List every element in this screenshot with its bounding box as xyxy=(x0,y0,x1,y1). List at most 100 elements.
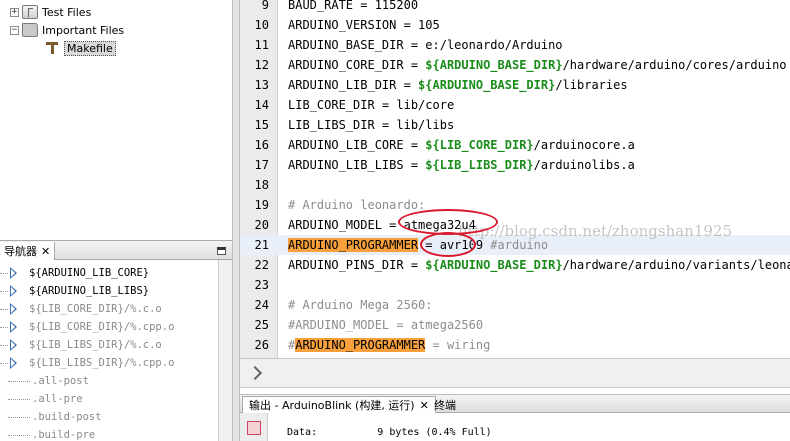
code-text: ARDUINO_VERSION = 105 xyxy=(288,15,440,35)
navigator-item[interactable]: ${LIB_LIBS_DIR}/%.cpp.o xyxy=(0,354,174,372)
code-line[interactable]: 22 ARDUINO_PINS_DIR = ${ARDUINO_BASE_DIR}… xyxy=(240,255,790,275)
chevron-right-icon[interactable] xyxy=(247,365,263,381)
navigator-item[interactable]: ${LIB_LIBS_DIR}/%.c.o xyxy=(0,336,162,354)
line-number: 16 xyxy=(254,138,269,152)
expand-triangle-icon[interactable] xyxy=(10,303,17,315)
expand-triangle-icon[interactable] xyxy=(10,357,17,369)
tree-item-important-files[interactable]: − Important Files xyxy=(10,21,124,39)
code-line[interactable]: 15 LIB_LIBS_DIR = lib/libs xyxy=(240,115,790,135)
navigator-list: ${ARDUINO_LIB_CORE} ${ARDUINO_LIB_LIBS} ${… xyxy=(0,260,218,441)
code-line[interactable]: 17 ARDUINO_LIB_LIBS = ${LIB_LIBS_DIR}/ard… xyxy=(240,155,790,175)
collapse-icon[interactable]: − xyxy=(10,25,19,35)
navigator-item[interactable]: .all-pre xyxy=(8,390,83,408)
expand-icon[interactable]: + xyxy=(10,7,19,17)
variable-token: ${ARDUINO_BASE_DIR} xyxy=(425,258,563,272)
navigator-item-label: ${ARDUINO_LIB_CORE} xyxy=(29,267,150,279)
minimize-icon[interactable] xyxy=(217,247,226,255)
line-number: 26 xyxy=(254,338,269,352)
tab-label: 导航器 xyxy=(4,245,37,258)
tree-item-label: Test Files xyxy=(42,5,92,19)
scrollbar[interactable] xyxy=(218,260,232,441)
output-gutter xyxy=(240,413,268,441)
tree-connector xyxy=(8,398,30,400)
stop-icon[interactable] xyxy=(247,421,261,435)
code-token: ARDUINO_CORE_DIR = xyxy=(288,58,426,72)
code-text: ARDUINO_LIB_LIBS = ${LIB_LIBS_DIR}/ardui… xyxy=(288,155,635,175)
tab-label: 输出 - ArduinoBlink (构建, 运行) xyxy=(249,399,415,412)
output-tabs: 输出 - ArduinoBlink (构建, 运行) ✕ 终端 xyxy=(240,394,790,413)
code-line[interactable]: 11 ARDUINO_BASE_DIR = e:/leonardo/Arduino xyxy=(240,35,790,55)
code-token: /hardware/arduino/variants/leonardo xyxy=(562,258,790,272)
files-icon xyxy=(22,5,38,19)
code-line[interactable]: 16 ARDUINO_LIB_CORE = ${LIB_CORE_DIR}/ard… xyxy=(240,135,790,155)
navigator-item-label: .all-pre xyxy=(32,393,83,405)
navigator-item[interactable]: ${ARDUINO_LIB_LIBS} xyxy=(0,282,149,300)
line-number: 15 xyxy=(254,118,269,132)
code-line[interactable]: 23 xyxy=(240,275,790,295)
code-line[interactable]: 24 # Arduino Mega 2560: xyxy=(240,295,790,315)
code-text: #ARDUINO_MODEL = atmega2560 xyxy=(288,315,483,335)
expand-triangle-icon[interactable] xyxy=(10,267,17,279)
tree-connector xyxy=(0,344,8,346)
navigator-item[interactable]: .build-pre xyxy=(8,426,95,441)
line-number: 25 xyxy=(254,318,269,332)
code-line[interactable]: 12 ARDUINO_CORE_DIR = ${ARDUINO_BASE_DIR}… xyxy=(240,55,790,75)
expand-triangle-icon[interactable] xyxy=(10,321,17,333)
code-editor[interactable]: 9 BAUD_RATE = 115200 10 ARDUINO_VERSION = 1… xyxy=(240,0,790,358)
code-line[interactable]: 20 ARDUINO_MODEL = atmega32u4 xyxy=(240,215,790,235)
tree-connector xyxy=(0,290,8,292)
code-token: LIB_LIBS_DIR = lib/libs xyxy=(288,118,455,132)
code-token: ARDUINO_MODEL = atmega32u4 xyxy=(288,218,476,232)
code-text: ARDUINO_LIB_DIR = ${ARDUINO_BASE_DIR}/li… xyxy=(288,75,628,95)
tree-connector xyxy=(0,326,8,328)
tree-connector xyxy=(0,272,8,274)
line-number: 13 xyxy=(254,78,269,92)
code-line[interactable]: 10 ARDUINO_VERSION = 105 xyxy=(240,15,790,35)
navigator-item[interactable]: .all-post xyxy=(8,372,89,390)
tree-connector xyxy=(8,416,30,418)
comment-token: = wiring xyxy=(425,338,491,352)
navigator-item-label: ${LIB_LIBS_DIR}/%.cpp.o xyxy=(29,357,175,369)
tree-connector xyxy=(0,308,8,310)
line-number: 20 xyxy=(254,218,269,232)
line-number: 23 xyxy=(254,278,269,292)
comment-token: #ARDUINO_MODEL = atmega2560 xyxy=(288,318,484,332)
code-line[interactable]: 13 ARDUINO_LIB_DIR = ${ARDUINO_BASE_DIR}/… xyxy=(240,75,790,95)
tree-item-makefile[interactable]: Makefile xyxy=(44,39,116,57)
navigator-item[interactable]: ${LIB_CORE_DIR}/%.c.o xyxy=(0,300,162,318)
navigator-item[interactable]: .build-post xyxy=(8,408,102,426)
code-line[interactable]: 19 # Arduino leonardo: xyxy=(240,195,790,215)
comment-token: #arduino xyxy=(490,238,549,252)
code-token: = avr109 xyxy=(418,238,491,252)
tree-item-label: Makefile xyxy=(64,40,116,56)
code-line[interactable]: 18 xyxy=(240,175,790,195)
code-text: BAUD_RATE = 115200 xyxy=(288,0,418,15)
line-number: 19 xyxy=(254,198,269,212)
code-line[interactable]: 26 #ARDUINO_PROGRAMMER = wiring xyxy=(240,335,790,355)
code-line[interactable]: 21 ARDUINO_PROGRAMMER = avr109 #arduino xyxy=(240,235,790,255)
code-token: /arduinolibs.a xyxy=(533,158,635,172)
line-number: 24 xyxy=(254,298,269,312)
output-line: Data: 9 bytes (0.4% Full) xyxy=(287,427,492,438)
navigator-item-label: ${LIB_CORE_DIR}/%.c.o xyxy=(29,303,162,315)
code-line[interactable]: 14 LIB_CORE_DIR = lib/core xyxy=(240,95,790,115)
code-token: ARDUINO_PINS_DIR = xyxy=(288,258,426,272)
navigator-item[interactable]: ${ARDUINO_LIB_CORE} xyxy=(0,264,149,282)
tab-terminal[interactable]: 终端 xyxy=(428,396,462,413)
panel-splitter[interactable] xyxy=(232,0,240,441)
expand-triangle-icon[interactable] xyxy=(10,285,17,297)
code-line[interactable]: 9 BAUD_RATE = 115200 xyxy=(240,0,790,15)
tree-item-test-files[interactable]: + Test Files xyxy=(10,3,91,21)
close-icon[interactable]: ✕ xyxy=(41,245,50,258)
expand-triangle-icon[interactable] xyxy=(10,339,17,351)
code-token: BAUD_RATE = 115200 xyxy=(288,0,419,12)
line-number: 22 xyxy=(254,258,269,272)
tab-navigator[interactable]: 导航器 ✕ xyxy=(0,242,56,260)
variable-token: ${ARDUINO_BASE_DIR} xyxy=(425,58,563,72)
code-text: ARDUINO_PROGRAMMER = avr109 #arduino xyxy=(288,235,548,255)
code-line[interactable]: 25 #ARDUINO_MODEL = atmega2560 xyxy=(240,315,790,335)
tab-output[interactable]: 输出 - ArduinoBlink (构建, 运行) ✕ xyxy=(242,396,436,413)
code-text: # Arduino Mega 2560: xyxy=(288,295,433,315)
code-token: ARDUINO_LIB_CORE = xyxy=(288,138,426,152)
navigator-item[interactable]: ${LIB_CORE_DIR}/%.cpp.o xyxy=(0,318,174,336)
